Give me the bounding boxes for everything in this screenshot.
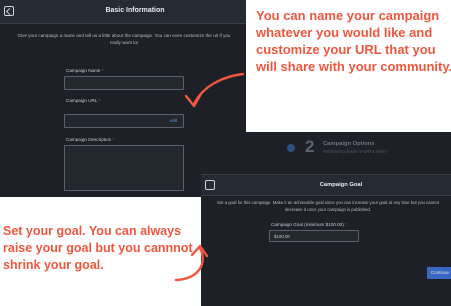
- goal-annotation: Set your goal. You can always raise your…: [3, 224, 193, 272]
